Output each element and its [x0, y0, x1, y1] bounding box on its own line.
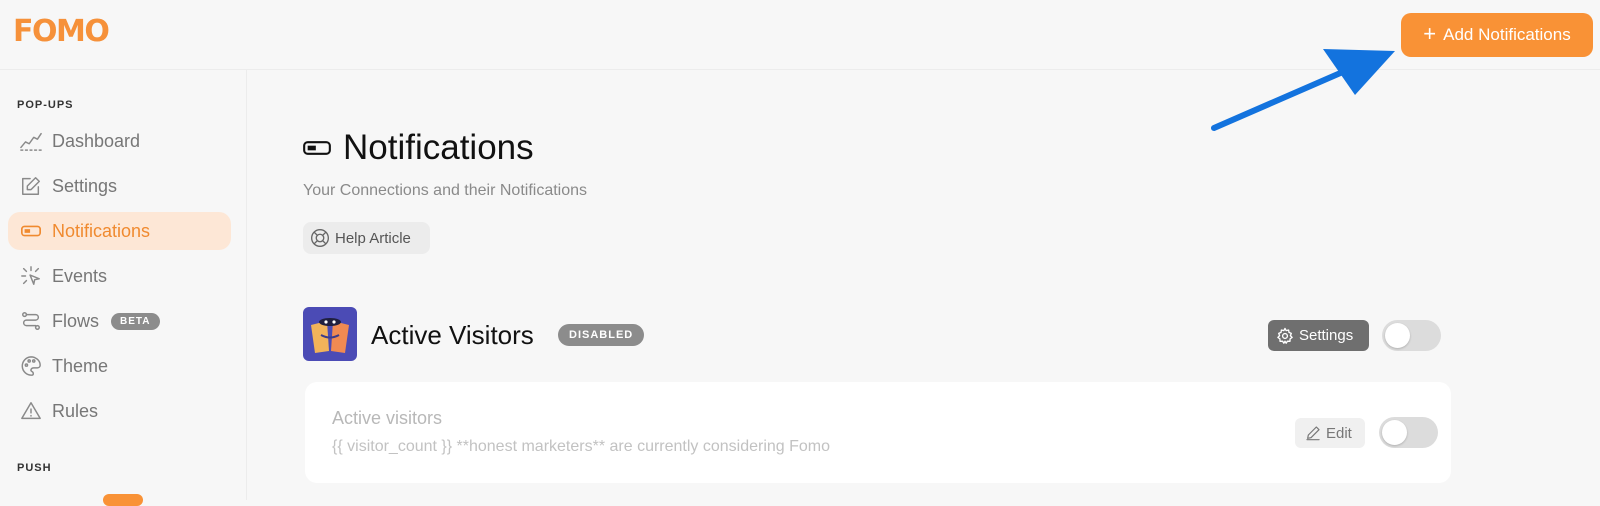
settings-label: Settings	[1299, 327, 1354, 344]
add-notifications-button[interactable]: + Add Notifications	[1401, 13, 1593, 57]
sidebar-section-popups: POP-UPS	[17, 99, 74, 111]
help-article-button[interactable]: Help Article	[303, 222, 430, 254]
lifebuoy-icon	[311, 229, 329, 247]
sidebar-item-label: Dashboard	[52, 130, 141, 151]
active-visitors-app-icon	[303, 307, 357, 361]
edit-notification-button[interactable]: Edit	[1295, 418, 1365, 448]
sidebar-item-label: Rules	[52, 400, 99, 421]
sidebar-item-dashboard[interactable]: Dashboard	[8, 122, 231, 160]
sidebar-item-label: Theme	[52, 355, 109, 376]
gear-icon	[1277, 327, 1293, 344]
sidebar-section-push: PUSH	[17, 462, 52, 474]
help-article-label: Help Article	[335, 229, 411, 247]
sidebar-item-theme[interactable]: Theme	[8, 347, 231, 385]
notification-message: {{ visitor_count }} **honest marketers**…	[332, 438, 831, 455]
sidebar-item-events[interactable]: Events	[8, 257, 231, 295]
flow-icon	[22, 312, 40, 330]
connection-toggle[interactable]	[1382, 320, 1441, 351]
plus-icon: +	[1423, 21, 1437, 46]
page-subtitle: Your Connections and their Notifications	[303, 182, 588, 199]
add-notifications-label: Add Notifications	[1443, 25, 1571, 44]
sidebar-item-settings[interactable]: Settings	[8, 167, 231, 205]
page-title-text: Notifications	[343, 128, 534, 167]
sidebar-item-label: Notifications	[52, 220, 151, 241]
sidebar: POP-UPS Dashboard Settings Notifications…	[0, 70, 247, 500]
notification-toggle[interactable]	[1379, 417, 1438, 448]
status-badge: DISABLED	[558, 324, 645, 346]
trend-line-icon	[20, 132, 42, 151]
sidebar-item-notifications[interactable]: Notifications	[8, 212, 231, 250]
annotation-arrow-icon	[1211, 49, 1395, 131]
notification-card: Active visitors {{ visitor_count }} **ho…	[305, 382, 1451, 483]
fomo-logo[interactable]: FOMO	[13, 14, 110, 49]
sidebar-item-label: Events	[52, 265, 108, 286]
cut-off-badge	[103, 494, 143, 506]
edit-label: Edit	[1326, 424, 1352, 442]
connection-name: Active Visitors	[371, 320, 534, 350]
connection-settings-button[interactable]: Settings	[1268, 320, 1369, 351]
edit-square-icon	[22, 177, 40, 195]
click-sparkle-icon	[21, 266, 40, 285]
sidebar-item-flows[interactable]: Flows BETA	[8, 302, 231, 340]
beta-badge: BETA	[111, 312, 160, 330]
page-title: Notifications	[303, 128, 534, 168]
notification-title: Active visitors	[332, 408, 443, 428]
toggle-icon	[303, 141, 331, 155]
toggle-knob	[1385, 323, 1410, 348]
toggle-icon	[21, 225, 41, 237]
sidebar-item-label: Settings	[52, 175, 118, 196]
palette-icon	[21, 356, 41, 376]
sidebar-item-rules[interactable]: Rules	[8, 392, 231, 430]
warning-triangle-icon	[21, 402, 41, 420]
sidebar-item-label: Flows	[52, 310, 100, 331]
toggle-knob	[1382, 420, 1407, 445]
pencil-icon	[1306, 426, 1320, 441]
